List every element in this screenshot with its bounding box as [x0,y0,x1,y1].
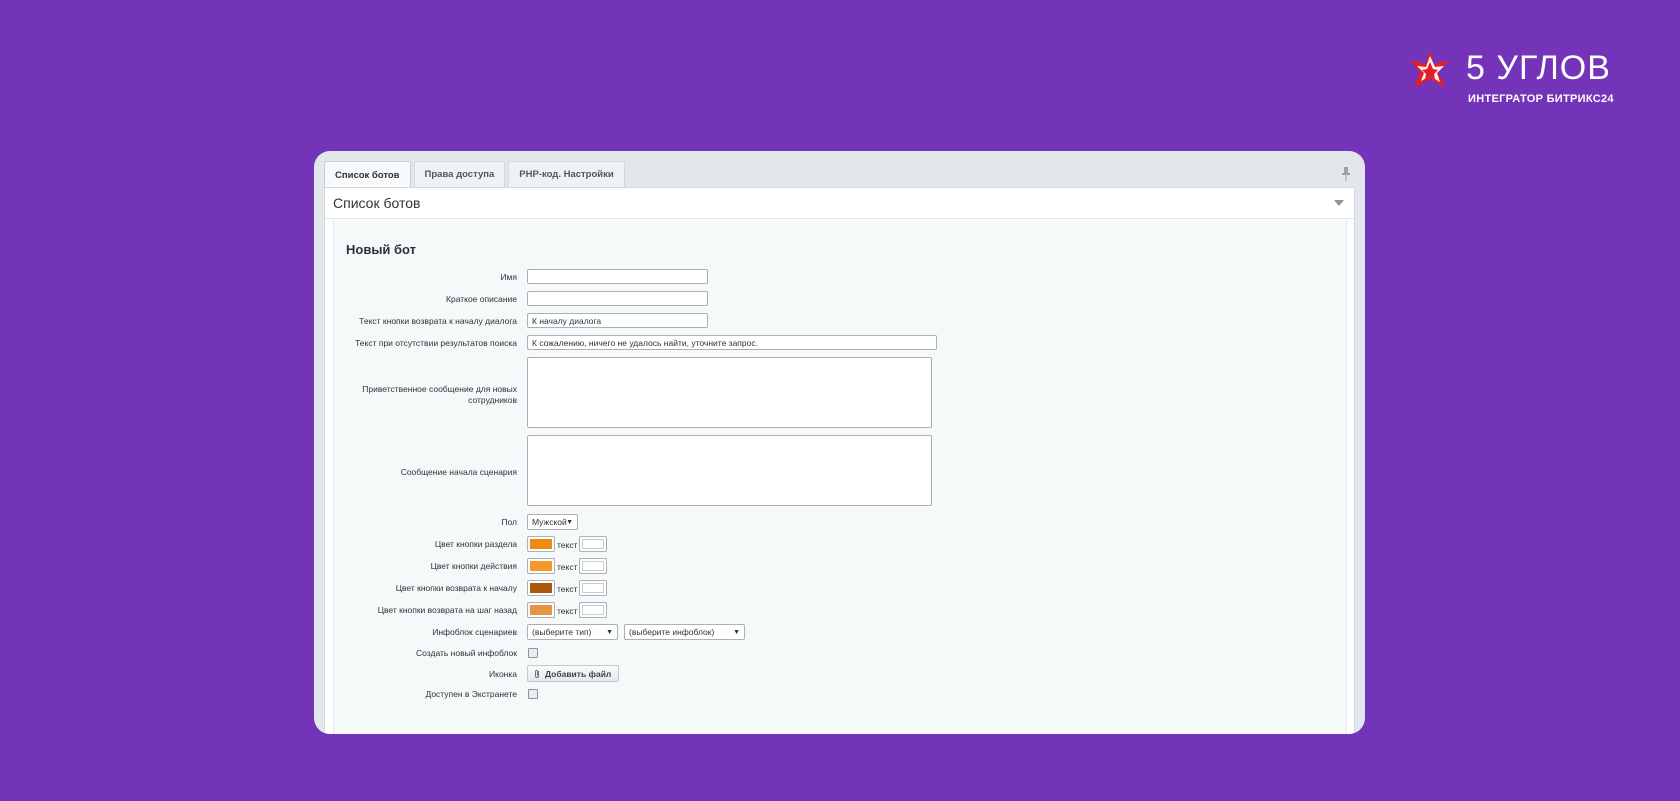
infoblock-label: Инфоблок сценариев [432,627,517,637]
scenario-start-message-textarea[interactable] [527,435,932,506]
no-results-text-label: Текст при отсутствии результатов поиска [355,338,517,348]
step-back-color-label: Цвет кнопки возврата на шаг назад [377,605,517,615]
tab-php-settings[interactable]: PHP-код. Настройки [508,161,625,187]
section-button-color-label: Цвет кнопки раздела [434,539,517,549]
brand-title: 5 УГЛОВ [1466,49,1611,87]
infoblock-type-select[interactable]: (выберите тип) ▼ [527,624,618,640]
short-description-input[interactable] [527,291,708,306]
chevron-down-icon: ▼ [566,519,573,526]
infoblock-type-value: (выберите тип) [532,627,592,637]
chevron-down-icon: ▼ [606,629,613,636]
bot-list-panel: Список ботов Новый бот Имя Краткое описа… [324,187,1355,734]
color-swatch [530,561,552,571]
star-logo-icon [1410,50,1450,88]
paperclip-icon [535,669,539,678]
action-text-color-picker[interactable] [579,558,607,574]
brand-logo: 5 УГЛОВ ИНТЕГРАТОР БИТРИКС24 [1408,48,1618,108]
color-swatch [530,583,552,593]
action-button-color-label: Цвет кнопки действия [430,561,517,571]
panel-header: Список ботов [325,188,1354,219]
color-swatch [530,605,552,615]
brand-subtitle: ИНТЕГРАТОР БИТРИКС24 [1468,93,1614,105]
short-description-label: Краткое описание [446,294,517,304]
extranet-label: Доступен в Экстранете [425,689,517,699]
action-button-color-picker[interactable] [527,558,555,574]
infoblock-value: (выберите инфоблок) [629,627,715,637]
back-button-text-label: Текст кнопки возврата к началу диалога [359,316,517,326]
color-swatch [530,539,552,549]
tab-access-rights[interactable]: Права доступа [413,161,506,187]
section-button-color-picker[interactable] [527,536,555,552]
back-to-start-text-color-picker[interactable] [579,580,607,596]
collapse-arrow-icon[interactable] [1334,200,1344,206]
step-back-text-color-picker[interactable] [579,602,607,618]
text-color-label: текст [557,606,578,616]
back-to-start-color-label: Цвет кнопки возврата к началу [395,583,517,593]
form-title: Новый бот [346,242,417,257]
extranet-checkbox[interactable] [528,689,538,699]
text-color-label: текст [557,584,578,594]
chevron-down-icon: ▼ [733,629,740,636]
section-text-color-picker[interactable] [579,536,607,552]
scenario-start-message-label: Сообщение начала сценария [400,467,517,477]
name-label: Имя [500,272,517,282]
gender-select[interactable]: Мужской ▼ [527,514,578,530]
tab-bot-list[interactable]: Список ботов [324,161,411,188]
add-file-button-label: Добавить файл [545,668,612,679]
infoblock-select[interactable]: (выберите инфоблок) ▼ [624,624,745,640]
icon-label: Иконка [489,669,517,679]
gender-select-value: Мужской [532,517,567,527]
add-file-button[interactable]: Добавить файл [527,665,620,682]
back-to-start-color-picker[interactable] [527,580,555,596]
tab-bar: Список ботов Права доступа PHP-код. Наст… [324,161,625,188]
text-color-label: текст [557,562,578,572]
welcome-message-textarea[interactable] [527,357,932,428]
admin-window: Список ботов Права доступа PHP-код. Наст… [314,151,1365,734]
gender-label: Пол [501,517,517,527]
text-color-label: текст [557,540,578,550]
step-back-color-picker[interactable] [527,602,555,618]
back-button-text-input[interactable]: К началу диалога [527,313,708,328]
pin-icon[interactable] [1341,167,1351,181]
create-infoblock-label: Создать новый инфоблок [416,648,517,658]
new-bot-form: Новый бот Имя Краткое описание Текст кно… [333,220,1347,734]
create-infoblock-checkbox[interactable] [528,648,538,658]
no-results-text-input[interactable]: К сожалению, ничего не удалось найти, ут… [527,335,937,350]
panel-title: Список ботов [333,195,421,211]
name-input[interactable] [527,269,708,284]
welcome-message-label: Приветственное сообщение для новых сотру… [362,384,517,405]
